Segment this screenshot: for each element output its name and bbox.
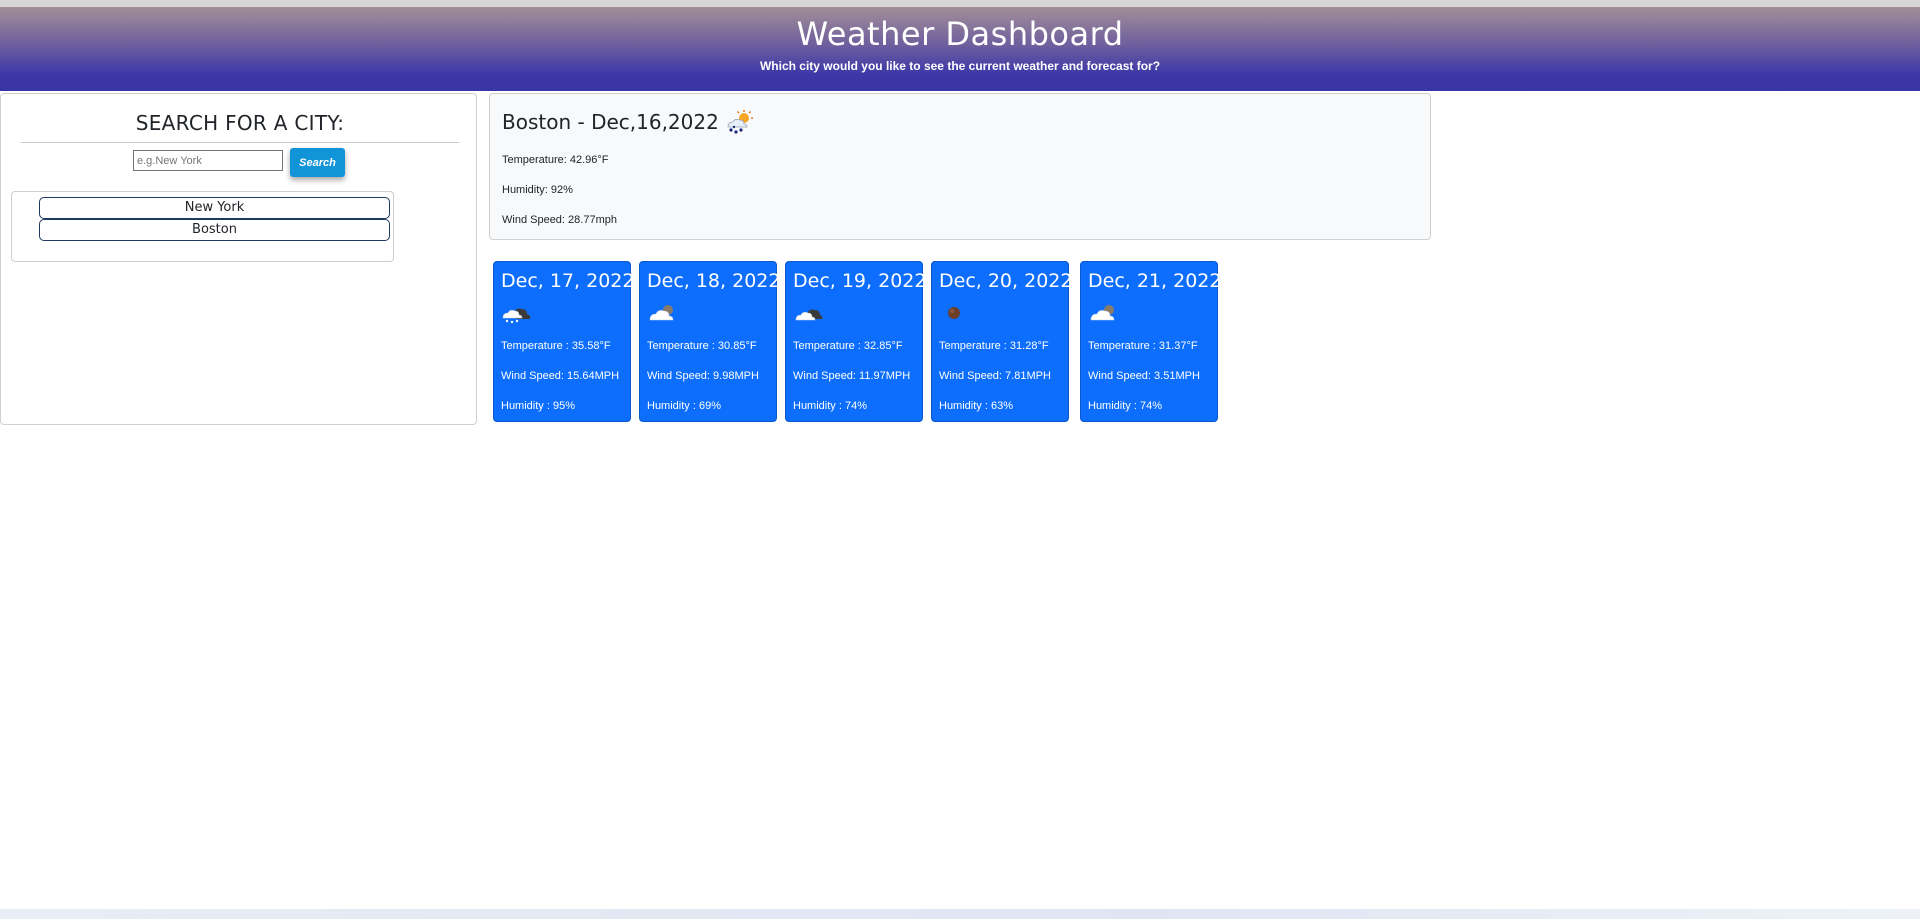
forecast-wind-speed: Wind Speed: 11.97MPH [793,370,911,382]
partly-cloudy-icon [648,303,678,323]
forecast-temperature: Temperature : 30.85°F [647,340,757,352]
forecast-humidity: Humidity : 74% [1088,400,1162,412]
forecast-humidity: Humidity : 69% [647,400,721,412]
search-button[interactable]: Search [290,148,345,177]
forecast-card: Dec, 21, 2022 Temperature : 31.37°F Wind… [1080,261,1222,422]
current-weather-card: Boston - Dec,16,2022 Temperature: 42.96°… [489,93,1431,240]
snow-sun-icon [725,110,753,134]
forecast-date: Dec, 18, 2022 [647,270,781,292]
partly-cloudy-icon [1089,303,1119,323]
search-heading: SEARCH FOR A CITY: [135,111,345,135]
forecast-card: Dec, 20, 2022 Temperature : 31.28°F Wind… [931,261,1073,422]
search-panel: SEARCH FOR A CITY: Search New York Bosto… [0,93,477,425]
forecast-temperature: Temperature : 35.58°F [501,340,611,352]
forecast-wind-speed: Wind Speed: 3.51MPH [1088,370,1200,382]
heading-divider [21,142,459,143]
forecast-card: Dec, 19, 2022 Temperature : 32.85°F Wind… [785,261,927,422]
forecast-date: Dec, 19, 2022 [793,270,927,292]
forecast-wind-speed: Wind Speed: 7.81MPH [939,370,1051,382]
forecast-date: Dec, 17, 2022 [501,270,635,292]
search-history: New York Boston [11,191,394,262]
page-header: Weather Dashboard Which city would you l… [0,7,1920,91]
forecast-temperature: Temperature : 32.85°F [793,340,903,352]
current-temperature: Temperature: 42.96°F [502,154,609,166]
forecast-card: Dec, 18, 2022 Temperature : 30.85°F Wind… [639,261,781,422]
snow-cloud-icon [502,303,532,324]
forecast-temperature: Temperature : 31.37°F [1088,340,1198,352]
current-wind-speed: Wind Speed: 28.77mph [502,214,617,226]
clear-night-icon [940,303,970,323]
forecast-humidity: Humidity : 95% [501,400,575,412]
forecast-wind-speed: Wind Speed: 9.98MPH [647,370,759,382]
forecast-card: Dec, 17, 2022 Temperature : 35.58°F Wind… [493,261,635,422]
current-weather-title: Boston - Dec,16,2022 [502,110,753,134]
forecast-date: Dec, 21, 2022 [1088,270,1222,292]
forecast-humidity: Humidity : 63% [939,400,1013,412]
current-humidity: Humidity: 92% [502,184,573,196]
top-border [0,0,1920,7]
history-city-button[interactable]: Boston [39,219,390,241]
forecast-temperature: Temperature : 31.28°F [939,340,1049,352]
forecast-date: Dec, 20, 2022 [939,270,1073,292]
current-city-date: Boston - Dec,16,2022 [502,110,719,134]
history-city-button[interactable]: New York [39,197,390,219]
taskbar-edge [0,909,1920,919]
forecast-humidity: Humidity : 74% [793,400,867,412]
broken-clouds-icon [794,303,824,323]
page-title: Weather Dashboard [796,15,1124,53]
city-search-input[interactable] [133,150,283,171]
forecast-wind-speed: Wind Speed: 15.64MPH [501,370,620,382]
page-subtitle: Which city would you like to see the cur… [759,59,1161,73]
